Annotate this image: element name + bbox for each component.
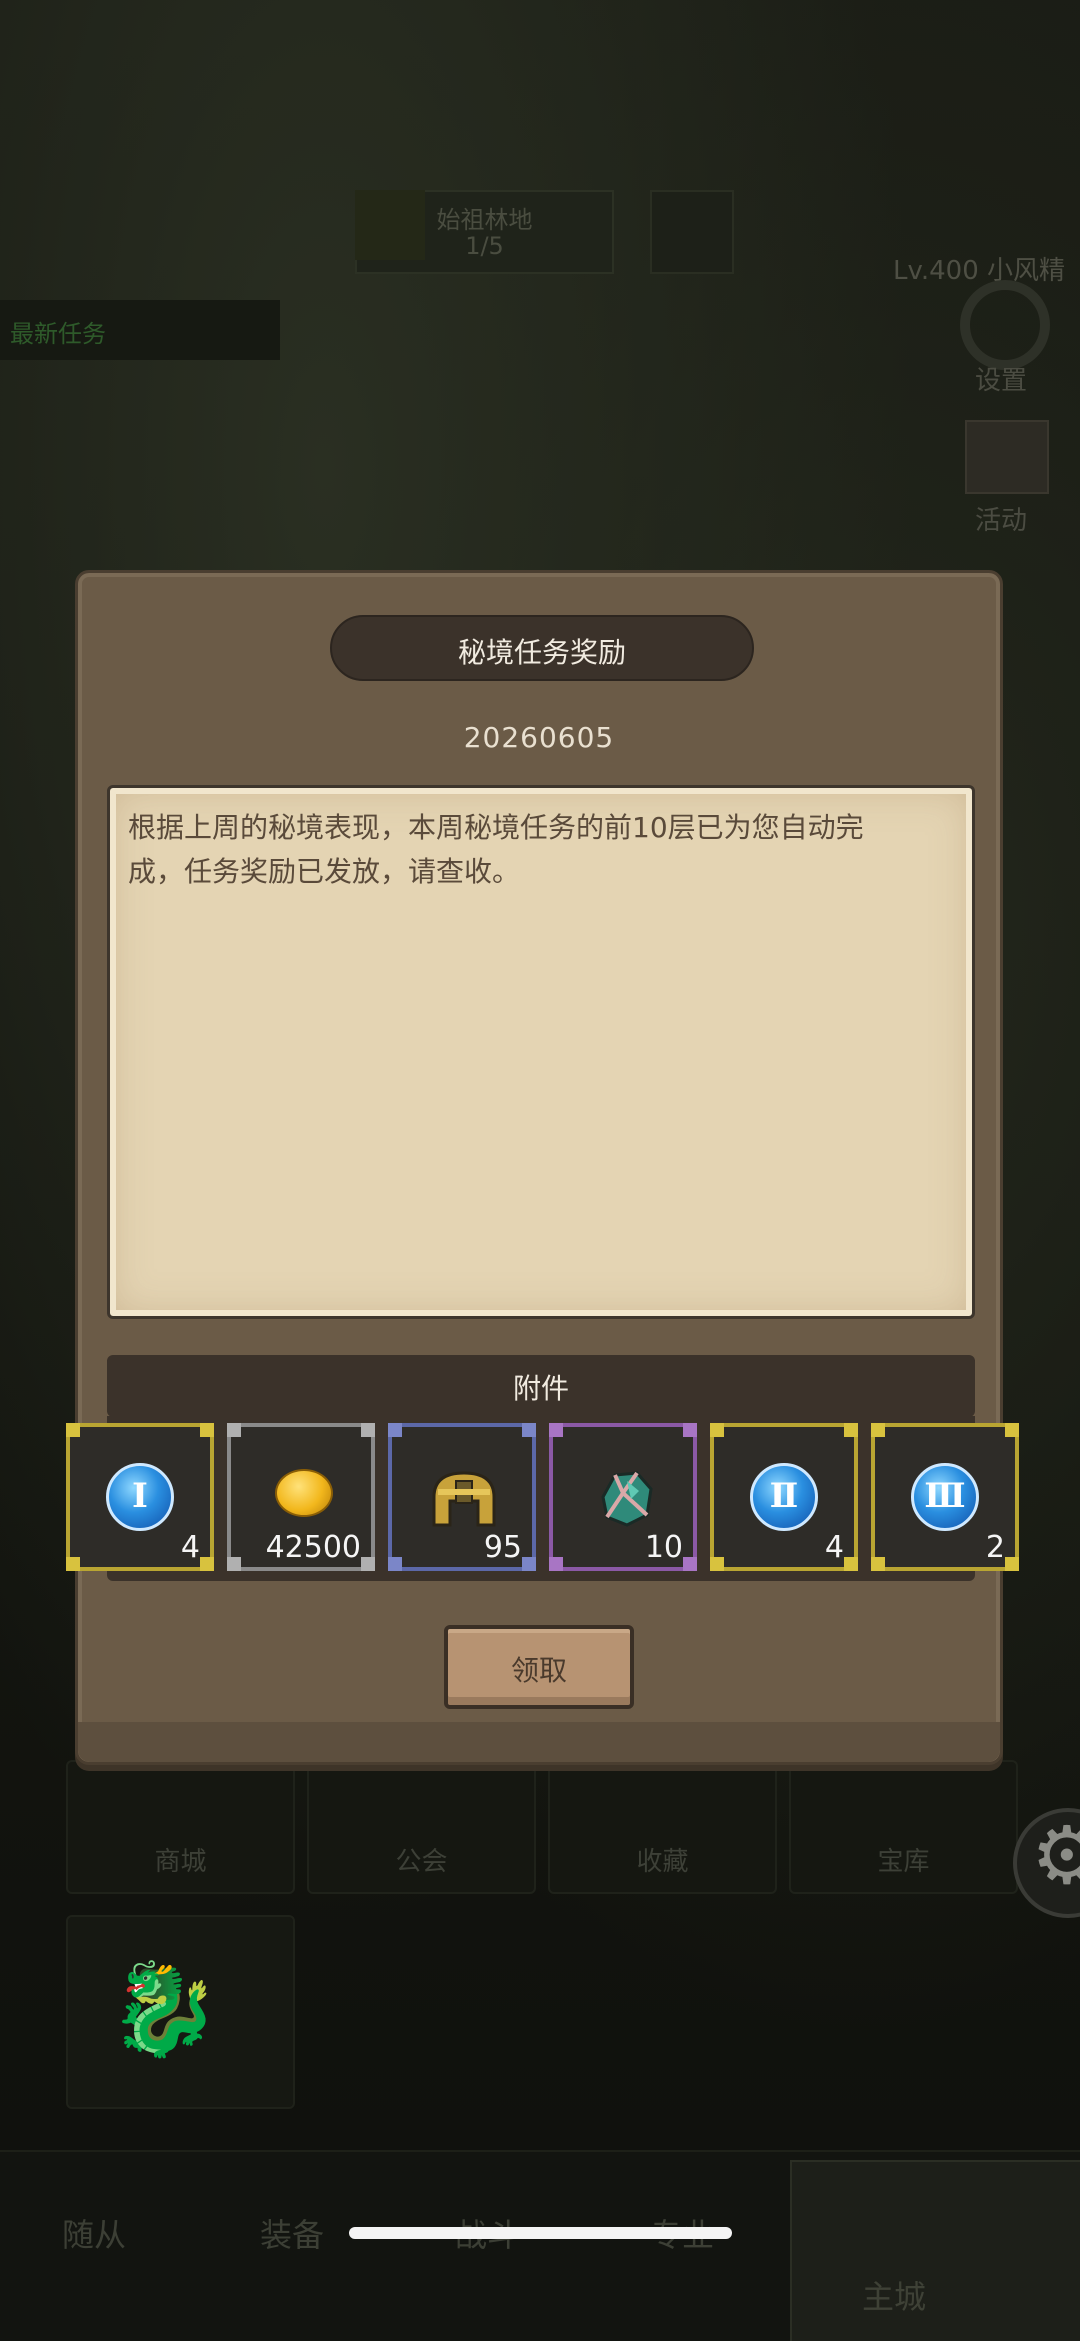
dragon-icon: 🐉 — [108, 1957, 221, 2062]
nav-followers: 随从 — [62, 2216, 127, 2254]
blue-orb-icon: Ⅱ — [750, 1463, 818, 1531]
shop-tile: 商城 — [66, 1760, 295, 1894]
item-slot-gold[interactable]: 42500 — [227, 1423, 375, 1571]
item-slot-rune-1[interactable]: Ⅰ 4 — [66, 1423, 214, 1571]
player-level: Lv.400 小风精 — [893, 256, 1066, 286]
blue-orb-icon: Ⅲ — [911, 1463, 979, 1531]
blue-orb-icon: Ⅰ — [106, 1463, 174, 1531]
claim-button[interactable]: 领取 — [444, 1625, 634, 1709]
attachment-items: Ⅰ 4 42500 95 10 Ⅱ 4 Ⅲ 2 — [66, 1423, 1019, 1573]
item-slot-ore[interactable]: 10 — [549, 1423, 697, 1571]
settings-gear-icon — [960, 280, 1050, 370]
quest-tag: 最新任务 — [0, 300, 280, 360]
event-label: 活动 — [975, 506, 1028, 536]
item-slot-helmet[interactable]: 95 — [388, 1423, 536, 1571]
helmet-icon — [432, 1471, 496, 1527]
ore-icon — [601, 1471, 653, 1527]
dialog-footer — [78, 1722, 1000, 1762]
guild-tile: 公会 — [307, 1760, 536, 1894]
dialog-title-bar: 秘境任务奖励 — [330, 615, 754, 681]
attachments-header: 附件 — [107, 1355, 975, 1417]
nav-equipment: 装备 — [260, 2216, 325, 2254]
nav-main-city: 主城 — [790, 2160, 1080, 2341]
home-indicator[interactable] — [349, 2227, 732, 2239]
item-count: 42500 — [265, 1530, 361, 1565]
item-count: 95 — [483, 1530, 522, 1565]
stage-switch-icon — [650, 190, 734, 274]
item-slot-rune-3[interactable]: Ⅲ 2 — [871, 1423, 1019, 1571]
collection-tile: 收藏 — [548, 1760, 777, 1894]
attachments-label: 附件 — [512, 1372, 569, 1405]
item-count: 2 — [985, 1530, 1005, 1565]
dialog-title: 秘境任务奖励 — [457, 636, 626, 669]
floating-gear-icon[interactable]: ⚙ — [1013, 1808, 1080, 1918]
item-count: 4 — [180, 1530, 200, 1565]
item-count: 4 — [824, 1530, 844, 1565]
item-count: 10 — [644, 1530, 683, 1565]
pet-dragon-tile: 🐉 — [66, 1915, 295, 2109]
item-slot-rune-2[interactable]: Ⅱ 4 — [710, 1423, 858, 1571]
claim-button-label: 领取 — [510, 1654, 567, 1687]
treasury-tile: 宝库 — [789, 1760, 1018, 1894]
mail-body: 根据上周的秘境表现，本周秘境任务的前10层已为您自动完成，任务奖励已发放，请查收… — [107, 785, 975, 1319]
mail-message: 根据上周的秘境表现，本周秘境任务的前10层已为您自动完成，任务奖励已发放，请查收… — [128, 811, 864, 888]
mail-date: 20260605 — [463, 721, 615, 754]
event-book-icon — [965, 420, 1049, 494]
stage-thumb — [355, 190, 425, 260]
settings-label: 设置 — [975, 366, 1028, 396]
gold-coin-icon — [275, 1469, 333, 1517]
reward-mail-dialog: 秘境任务奖励 20260605 根据上周的秘境表现，本周秘境任务的前10层已为您… — [66, 570, 1019, 1765]
